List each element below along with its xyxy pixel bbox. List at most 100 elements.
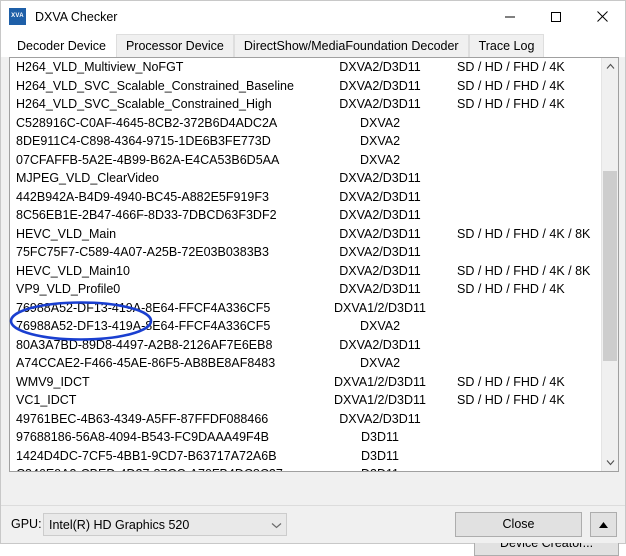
- tab-processor-device[interactable]: Processor Device: [115, 34, 234, 57]
- cell-decoder-name: 8DE911C4-C898-4364-9715-1DE6B3FE773D: [16, 134, 271, 148]
- chevron-down-icon: [271, 522, 281, 528]
- cell-resolution: SD / HD / FHD / 4K: [457, 97, 565, 111]
- cell-dxva-type: DXVA2/D3D11: [339, 60, 421, 74]
- cell-decoder-name: A74CCAE2-F466-45AE-86F5-AB8BE8AF8483: [16, 356, 276, 370]
- close-dialog-button[interactable]: Close: [455, 512, 582, 537]
- cell-resolution: SD / HD / FHD / 4K / 8K: [457, 263, 591, 278]
- cell-decoder-name: H264_VLD_SVC_Scalable_Constrained_Baseli…: [16, 78, 294, 93]
- close-icon: [596, 11, 608, 22]
- table-row[interactable]: H264_VLD_SVC_Scalable_Constrained_High DX…: [10, 95, 601, 114]
- gpu-select-chevron: [266, 518, 286, 532]
- cell-decoder-name: 8C56EB1E-2B47-466F-8D33-7DBCD63F3DF2: [16, 208, 277, 222]
- table-row[interactable]: C346E9A3-CBED-4D27-87CC-A70FB4DC8C27D3D1…: [10, 465, 601, 471]
- table-row[interactable]: 76988A52-DF13-419A-8E64-FFCF4A336CF5 DXVA…: [10, 299, 601, 318]
- scrollbar-thumb[interactable]: [603, 171, 617, 361]
- cell-decoder-name: 442B942A-B4D9-4940-BC45-A882E5F919F3: [16, 189, 269, 204]
- cell-resolution: [455, 317, 600, 336]
- table-row[interactable]: 8C56EB1E-2B47-466F-8D33-7DBCD63F3DF2 DXVA…: [10, 206, 601, 225]
- cell-resolution: [455, 132, 600, 151]
- table-row[interactable]: 8DE911C4-C898-4364-9715-1DE6B3FE773D DXVA…: [10, 132, 601, 151]
- table-row[interactable]: 97688186-56A8-4094-B543-FC9DAAA49F4B D3D1…: [10, 428, 601, 447]
- table-row[interactable]: VC1_IDCT DXVA1/2/D3D11 SD / HD / FHD / 4K: [10, 391, 601, 410]
- cell-decoder-name: C346E9A3-CBED-4D27-87CC-A70FB4DC8C27: [10, 465, 305, 471]
- cell-decoder-name: 76988A52-DF13-419A-8E64-FFCF4A336CF5: [16, 319, 271, 333]
- table-row[interactable]: VP9_VLD_Profile0 DXVA2/D3D11 SD / HD / FHD…: [10, 280, 601, 299]
- table-row[interactable]: 76988A52-DF13-419A-8E64-FFCF4A336CF5 DXVA…: [10, 317, 601, 336]
- table-row[interactable]: H264_VLD_Multiview_NoFGT DXVA2/D3D11 SD / …: [10, 58, 601, 77]
- cell-resolution: [455, 354, 600, 373]
- cell-resolution: [455, 447, 600, 466]
- table-row[interactable]: A74CCAE2-F466-45AE-86F5-AB8BE8AF8483 DXVA…: [10, 354, 601, 373]
- tab-decoder-device[interactable]: Decoder Device: [7, 34, 116, 57]
- table-row[interactable]: MJPEG_VLD_ClearVideo DXVA2/D3D11: [10, 169, 601, 188]
- table-row[interactable]: WMV9_IDCT DXVA1/2/D3D11 SD / HD / FHD / 4K: [10, 373, 601, 392]
- table-row[interactable]: 80A3A7BD-89D8-4497-A2B8-2126AF7E6EB8 DXVA…: [10, 336, 601, 355]
- cell-resolution: [455, 410, 600, 429]
- chevron-down-icon: [606, 460, 614, 466]
- table-row[interactable]: HEVC_VLD_Main10 DXVA2/D3D11 SD / HD / FHD …: [10, 262, 601, 281]
- decoder-device-list[interactable]: H264_VLD_Multiview_NoFGT DXVA2/D3D11 SD / …: [9, 57, 619, 472]
- cell-resolution: SD / HD / FHD / 4K: [457, 282, 565, 296]
- cell-resolution: SD / HD / FHD / 4K: [457, 374, 565, 389]
- expand-button[interactable]: [590, 512, 617, 537]
- client-area: H264_VLD_Multiview_NoFGT DXVA2/D3D11 SD / …: [1, 57, 625, 556]
- cell-decoder-name: 75FC75F7-C589-4A07-A25B-72E03B0383B3: [16, 245, 269, 259]
- cell-decoder-name: 76988A52-DF13-419A-8E64-FFCF4A336CF5: [16, 300, 271, 315]
- table-row[interactable]: HEVC_VLD_Main DXVA2/D3D11 SD / HD / FHD / …: [10, 225, 601, 244]
- window-title: DXVA Checker: [35, 9, 118, 24]
- cell-dxva-type: DXVA1/2/D3D11: [334, 374, 426, 389]
- cell-decoder-name: H264_VLD_SVC_Scalable_Constrained_High: [16, 97, 272, 111]
- cell-resolution: [455, 114, 600, 133]
- table-row[interactable]: C528916C-C0AF-4645-8CB2-372B6D4ADC2A DXVA…: [10, 114, 601, 133]
- cell-resolution: SD / HD / FHD / 4K: [457, 60, 565, 74]
- cell-resolution: SD / HD / FHD / 4K / 8K: [457, 226, 591, 241]
- table-row[interactable]: 1424D4DC-7CF5-4BB1-9CD7-B63717A72A6B D3D1…: [10, 447, 601, 466]
- table-row[interactable]: 442B942A-B4D9-4940-BC45-A882E5F919F3 DXVA…: [10, 188, 601, 207]
- bottom-bar: GPU: Intel(R) HD Graphics 520 Close: [1, 505, 625, 543]
- cell-decoder-name: 49761BEC-4B63-4349-A5FF-87FFDF088466: [16, 411, 269, 426]
- cell-dxva-type: DXVA2: [359, 115, 401, 130]
- cell-resolution: [455, 206, 600, 225]
- maximize-button[interactable]: [533, 1, 579, 32]
- minimize-button[interactable]: [487, 1, 533, 32]
- cell-dxva-type: DXVA1/2/D3D11: [334, 300, 426, 315]
- cell-dxva-type: DXVA2: [359, 134, 401, 148]
- cell-dxva-type: D3D11: [361, 430, 399, 444]
- chevron-up-icon: [606, 63, 614, 69]
- cell-resolution: [455, 428, 600, 447]
- cell-dxva-type: DXVA2/D3D11: [339, 411, 421, 426]
- cell-resolution: [455, 465, 600, 471]
- cell-dxva-type: DXVA2/D3D11: [339, 245, 421, 259]
- app-icon: XVA: [9, 8, 26, 25]
- list-vertical-scrollbar[interactable]: [601, 58, 618, 471]
- cell-dxva-type: D3D11: [361, 448, 399, 463]
- cell-decoder-name: MJPEG_VLD_ClearVideo: [16, 171, 159, 185]
- caption-button-group: [487, 1, 625, 32]
- tab-trace-log[interactable]: Trace Log: [468, 34, 545, 57]
- close-button[interactable]: [579, 1, 625, 32]
- cell-dxva-type: DXVA2: [359, 319, 401, 333]
- cell-decoder-name: 97688186-56A8-4094-B543-FC9DAAA49F4B: [16, 430, 269, 444]
- cell-resolution: [455, 243, 600, 262]
- cell-dxva-type: DXVA2/D3D11: [339, 189, 421, 204]
- table-row[interactable]: 07CFAFFB-5A2E-4B99-B62A-E4CA53B6D5AA DXVA…: [10, 151, 601, 170]
- cell-decoder-name: 1424D4DC-7CF5-4BB1-9CD7-B63717A72A6B: [16, 448, 277, 463]
- cell-resolution: [455, 188, 600, 207]
- gpu-select[interactable]: Intel(R) HD Graphics 520: [43, 513, 287, 536]
- title-bar: XVA DXVA Checker: [1, 1, 625, 32]
- dxva-checker-window: XVA DXVA Checker Decoder Device Processo…: [0, 0, 626, 556]
- cell-decoder-name: WMV9_IDCT: [16, 374, 90, 389]
- table-row[interactable]: 75FC75F7-C589-4A07-A25B-72E03B0383B3 DXVA…: [10, 243, 601, 262]
- tab-directshow-mediafoundation-decoder[interactable]: DirectShow/MediaFoundation Decoder: [233, 34, 469, 57]
- scroll-up-button[interactable]: [602, 58, 618, 75]
- table-row[interactable]: 49761BEC-4B63-4349-A5FF-87FFDF088466 DXVA…: [10, 410, 601, 429]
- cell-resolution: [455, 336, 600, 355]
- cell-dxva-type: DXVA2/D3D11: [339, 226, 421, 241]
- cell-dxva-type: DXVA2/D3D11: [339, 337, 421, 352]
- cell-decoder-name: HEVC_VLD_Main10: [16, 263, 130, 278]
- cell-resolution: [455, 169, 600, 188]
- table-row[interactable]: H264_VLD_SVC_Scalable_Constrained_Baseli…: [10, 77, 601, 96]
- cell-dxva-type: DXVA2/D3D11: [339, 78, 421, 93]
- list-scrollport: H264_VLD_Multiview_NoFGT DXVA2/D3D11 SD / …: [10, 58, 601, 471]
- scroll-down-button[interactable]: [602, 454, 618, 471]
